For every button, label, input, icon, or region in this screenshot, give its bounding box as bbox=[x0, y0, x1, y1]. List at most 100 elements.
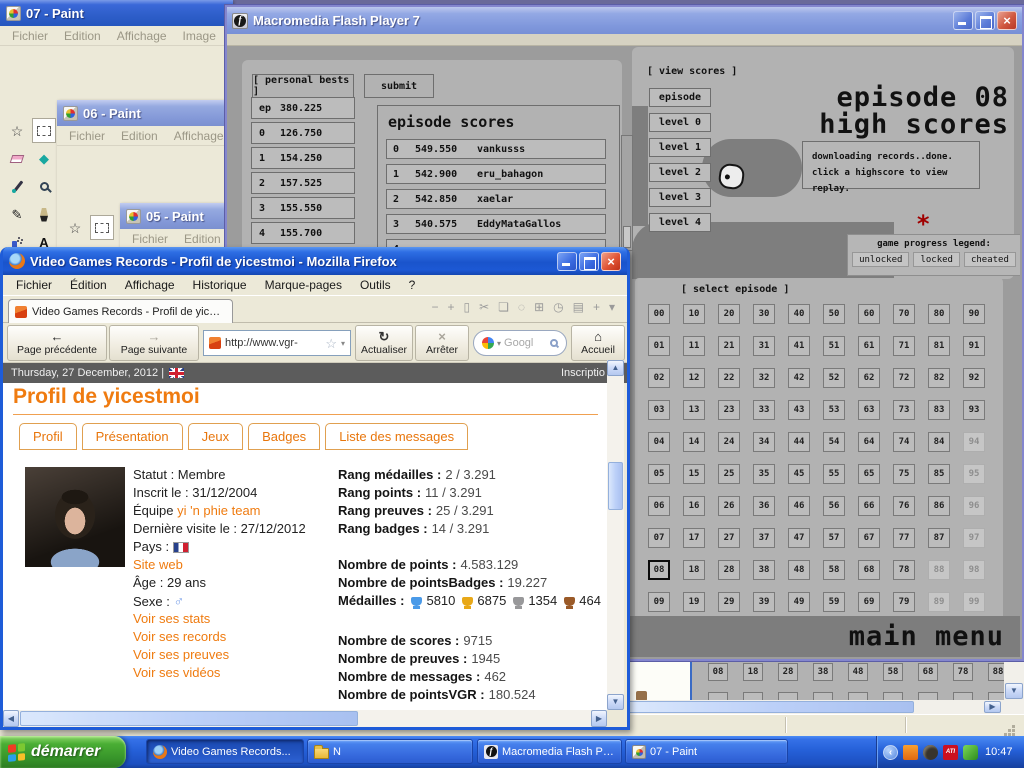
inscription-link[interactable]: Inscriptio bbox=[561, 367, 605, 379]
episode-button-91[interactable]: 91 bbox=[963, 336, 985, 356]
episode-scores-scrollbar[interactable] bbox=[621, 135, 633, 251]
fill-tool-icon[interactable]: ◆ bbox=[32, 146, 56, 171]
episode-button-50[interactable]: 50 bbox=[823, 304, 845, 324]
overflow-caret-icon[interactable]: ▾ bbox=[609, 301, 615, 313]
episode-button-37[interactable]: 37 bbox=[753, 528, 775, 548]
main-menu-button[interactable]: main menu bbox=[849, 621, 1004, 652]
episode-button-19[interactable]: 19 bbox=[683, 592, 705, 612]
scroll-up-arrow-icon[interactable]: ▲ bbox=[607, 360, 624, 376]
episode-button-85[interactable]: 85 bbox=[928, 464, 950, 484]
firefox-menu-item[interactable]: Affichage bbox=[116, 278, 184, 292]
highscore-row[interactable]: 3 540.575 EddyMataGallos bbox=[386, 214, 606, 234]
cut-icon[interactable]: ✂ bbox=[479, 301, 489, 313]
episode-button-65[interactable]: 65 bbox=[858, 464, 880, 484]
zoom-in-icon[interactable]: + bbox=[447, 301, 454, 313]
episode-button-79[interactable]: 79 bbox=[893, 592, 915, 612]
episode-button-04[interactable]: 04 bbox=[648, 432, 670, 452]
firefox-menu-item[interactable]: Fichier bbox=[7, 278, 61, 292]
add-toolbar-icon[interactable]: + bbox=[593, 301, 600, 313]
episode-button-26[interactable]: 26 bbox=[718, 496, 740, 516]
view-scores-button[interactable]: level 3 bbox=[649, 188, 711, 207]
episode-button-38[interactable]: 38 bbox=[753, 560, 775, 580]
scroll-down-arrow-icon[interactable]: ▼ bbox=[607, 694, 624, 710]
episode-button-56[interactable]: 56 bbox=[823, 496, 845, 516]
episode-button-36[interactable]: 36 bbox=[753, 496, 775, 516]
resize-grip[interactable] bbox=[1012, 725, 1015, 728]
episode-button-58[interactable]: 58 bbox=[823, 560, 845, 580]
taskbar-clock[interactable]: 10:47 bbox=[985, 746, 1013, 758]
episode-button[interactable]: 18 bbox=[743, 663, 763, 681]
zoom-out-icon[interactable]: − bbox=[431, 301, 438, 313]
episode-button-98[interactable]: 98 bbox=[963, 560, 985, 580]
close-button[interactable]: × bbox=[601, 252, 621, 271]
start-button[interactable]: démarrer bbox=[0, 736, 126, 768]
print-icon[interactable]: ▤ bbox=[573, 301, 584, 313]
episode-button-32[interactable]: 32 bbox=[753, 368, 775, 388]
episode-button-59[interactable]: 59 bbox=[823, 592, 845, 612]
episode-button[interactable]: 88 bbox=[988, 663, 1004, 681]
episode-button-40[interactable]: 40 bbox=[788, 304, 810, 324]
profile-link[interactable]: Voir ses records bbox=[133, 629, 226, 644]
scrollbar-thumb[interactable] bbox=[623, 226, 631, 248]
episode-button-90[interactable]: 90 bbox=[963, 304, 985, 324]
episode-button-20[interactable]: 20 bbox=[718, 304, 740, 324]
episode-button-53[interactable]: 53 bbox=[823, 400, 845, 420]
taskbar-button-flash[interactable]: Macromedia Flash Pla... bbox=[477, 739, 622, 764]
episode-button-64[interactable]: 64 bbox=[858, 432, 880, 452]
episode-button-70[interactable]: 70 bbox=[893, 304, 915, 324]
taskbar-button-paint[interactable]: 07 - Paint bbox=[625, 739, 788, 764]
episode-button-27[interactable]: 27 bbox=[718, 528, 740, 548]
episode-button-73[interactable]: 73 bbox=[893, 400, 915, 420]
episode-button-87[interactable]: 87 bbox=[928, 528, 950, 548]
episode-button-74[interactable]: 74 bbox=[893, 432, 915, 452]
episode-button-34[interactable]: 34 bbox=[753, 432, 775, 452]
episode-button-33[interactable]: 33 bbox=[753, 400, 775, 420]
maximize-button[interactable] bbox=[975, 11, 995, 30]
forward-button[interactable]: → Page suivante bbox=[109, 325, 199, 361]
episode-button-62[interactable]: 62 bbox=[858, 368, 880, 388]
episode-button[interactable]: 58 bbox=[883, 663, 903, 681]
profile-link[interactable]: Voir ses vidéos bbox=[133, 665, 220, 680]
episode-button-35[interactable]: 35 bbox=[753, 464, 775, 484]
search-bar[interactable]: ▾ Googl bbox=[473, 330, 567, 356]
episode-button-46[interactable]: 46 bbox=[788, 496, 810, 516]
pencil-tool-icon[interactable]: ✎ bbox=[5, 202, 29, 227]
episode-button-57[interactable]: 57 bbox=[823, 528, 845, 548]
rect-select-tool-icon[interactable] bbox=[32, 118, 56, 143]
episode-button-97[interactable]: 97 bbox=[963, 528, 985, 548]
search-engine-dropdown-icon[interactable]: ▾ bbox=[497, 339, 501, 348]
view-scores-button[interactable]: level 2 bbox=[649, 163, 711, 182]
episode-button-05[interactable]: 05 bbox=[648, 464, 670, 484]
magnifier-tool-icon[interactable] bbox=[32, 174, 56, 199]
episode-button-94[interactable]: 94 bbox=[963, 432, 985, 452]
episode-button-09[interactable]: 09 bbox=[648, 592, 670, 612]
firefox-menu-item[interactable]: ? bbox=[400, 278, 425, 292]
horizontal-scrollbar[interactable]: ◀ ▶ bbox=[3, 710, 607, 727]
highscore-row[interactable]: 2 542.850 xaelar bbox=[386, 189, 606, 209]
firefox-menu-item[interactable]: Édition bbox=[61, 278, 116, 292]
scrollbar-thumb[interactable] bbox=[20, 711, 358, 726]
episode-button-95[interactable]: 95 bbox=[963, 464, 985, 484]
view-scores-button[interactable]: level 4 bbox=[649, 213, 711, 232]
firefox-titlebar[interactable]: Video Games Records - Profil de yicestmo… bbox=[3, 247, 627, 275]
episode-button[interactable]: 38 bbox=[813, 663, 833, 681]
episode-button-52[interactable]: 52 bbox=[823, 368, 845, 388]
episode-button-83[interactable]: 83 bbox=[928, 400, 950, 420]
uk-flag-icon[interactable] bbox=[169, 368, 184, 378]
episode-button-13[interactable]: 13 bbox=[683, 400, 705, 420]
episode-button-10[interactable]: 10 bbox=[683, 304, 705, 324]
firefox-menu-item[interactable]: Marque-pages bbox=[256, 278, 351, 292]
episode-button-71[interactable]: 71 bbox=[893, 336, 915, 356]
episode-button-23[interactable]: 23 bbox=[718, 400, 740, 420]
scrollbar-thumb[interactable] bbox=[608, 462, 623, 510]
refresh-button[interactable]: ↻ Actualiser bbox=[355, 325, 413, 361]
episode-button-41[interactable]: 41 bbox=[788, 336, 810, 356]
java-icon[interactable] bbox=[903, 745, 918, 760]
paint-menu-item[interactable]: Affichage bbox=[166, 129, 232, 143]
episode-button-44[interactable]: 44 bbox=[788, 432, 810, 452]
episode-button-88[interactable]: 88 bbox=[928, 560, 950, 580]
history-icon[interactable]: ◷ bbox=[553, 301, 563, 313]
episode-button-78[interactable]: 78 bbox=[893, 560, 915, 580]
episode-button-11[interactable]: 11 bbox=[683, 336, 705, 356]
paint-06-titlebar[interactable]: 06 - Paint bbox=[57, 100, 233, 126]
